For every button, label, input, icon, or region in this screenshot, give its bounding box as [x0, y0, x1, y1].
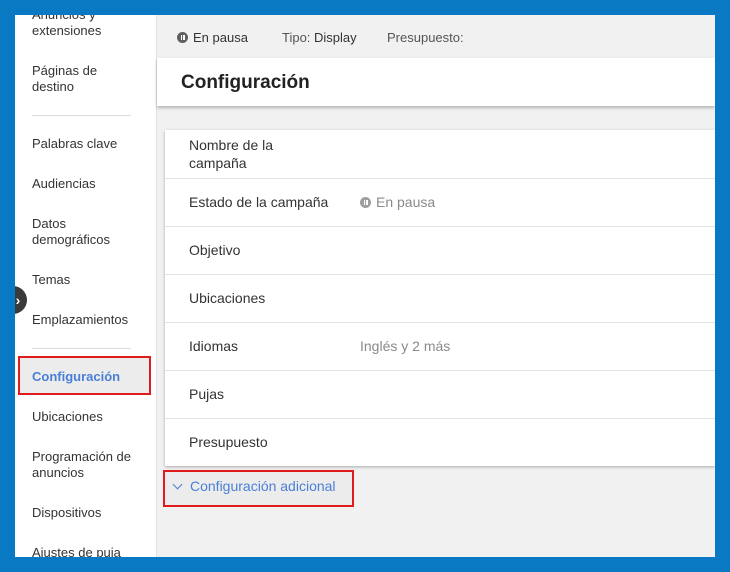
settings-row-value: Inglés y 2 más [360, 338, 451, 354]
settings-row-label: Objetivo [189, 242, 241, 258]
sidebar-item-locations[interactable]: Ubicaciones [32, 409, 147, 425]
settings-row-label: Presupuesto [189, 434, 268, 450]
sidebar-item-placements[interactable]: Emplazamientos [32, 312, 147, 328]
sidebar-item-keywords[interactable]: Palabras clave [32, 136, 147, 152]
sidebar-item-settings[interactable]: Configuración [32, 369, 147, 385]
settings-row-label: Ubicaciones [189, 290, 266, 306]
chevron-down-icon [172, 479, 183, 490]
sidebar-nav: Anuncios y extensiones Páginas de destin… [15, 15, 157, 557]
sidebar-item-ads-extensions[interactable]: Anuncios y extensiones [32, 15, 147, 39]
settings-row-campaign-status[interactable]: Estado de la campaña En pausa [165, 178, 715, 227]
sidebar-item-demographics[interactable]: Datos demográficos [32, 216, 122, 248]
pause-icon [360, 197, 371, 208]
campaign-status-bar: En pausa Tipo: Display Presupuesto: [157, 15, 715, 58]
sidebar-divider [32, 115, 131, 116]
sidebar-item-ad-schedule[interactable]: Programación de anuncios [32, 449, 147, 481]
sidebar-divider [32, 348, 131, 349]
settings-card: Nombre de la campaña Estado de la campañ… [165, 130, 715, 466]
settings-row-value: En pausa [360, 194, 435, 210]
settings-row-campaign-name[interactable]: Nombre de la campaña [165, 130, 715, 179]
sidebar-item-bid-adjustments[interactable]: Ajustes de puja [32, 545, 147, 557]
app-frame: Anuncios y extensiones Páginas de destin… [15, 15, 715, 557]
sidebar-item-topics[interactable]: Temas [32, 272, 147, 288]
type-value: Display [314, 30, 357, 45]
pause-icon [177, 32, 188, 43]
budget-label: Presupuesto: [387, 30, 464, 45]
settings-row-bidding[interactable]: Pujas [165, 370, 715, 419]
settings-row-objective[interactable]: Objetivo [165, 226, 715, 275]
type-label: Tipo: [282, 30, 311, 45]
page-title: Configuración [181, 72, 310, 93]
sidebar-item-devices[interactable]: Dispositivos [32, 505, 147, 521]
additional-settings-link[interactable]: Configuración adicional [172, 478, 336, 494]
additional-settings-label: Configuración adicional [190, 478, 336, 494]
settings-row-label: Pujas [189, 386, 225, 402]
settings-row-label: Estado de la campaña [189, 194, 329, 210]
settings-row-languages[interactable]: Idiomas Inglés y 2 más [165, 322, 715, 371]
settings-row-budget[interactable]: Presupuesto [165, 418, 715, 466]
settings-row-locations[interactable]: Ubicaciones [165, 274, 715, 323]
status-text: En pausa [193, 30, 248, 45]
sidebar-item-landing-pages[interactable]: Páginas de destino [32, 63, 117, 95]
status-indicator[interactable]: En pausa [177, 30, 248, 45]
settings-row-label: Nombre de la campaña [189, 137, 274, 171]
sidebar-item-audiences[interactable]: Audiencias [32, 176, 147, 192]
settings-row-label: Idiomas [189, 338, 239, 354]
page-header: Configuración [157, 58, 715, 106]
